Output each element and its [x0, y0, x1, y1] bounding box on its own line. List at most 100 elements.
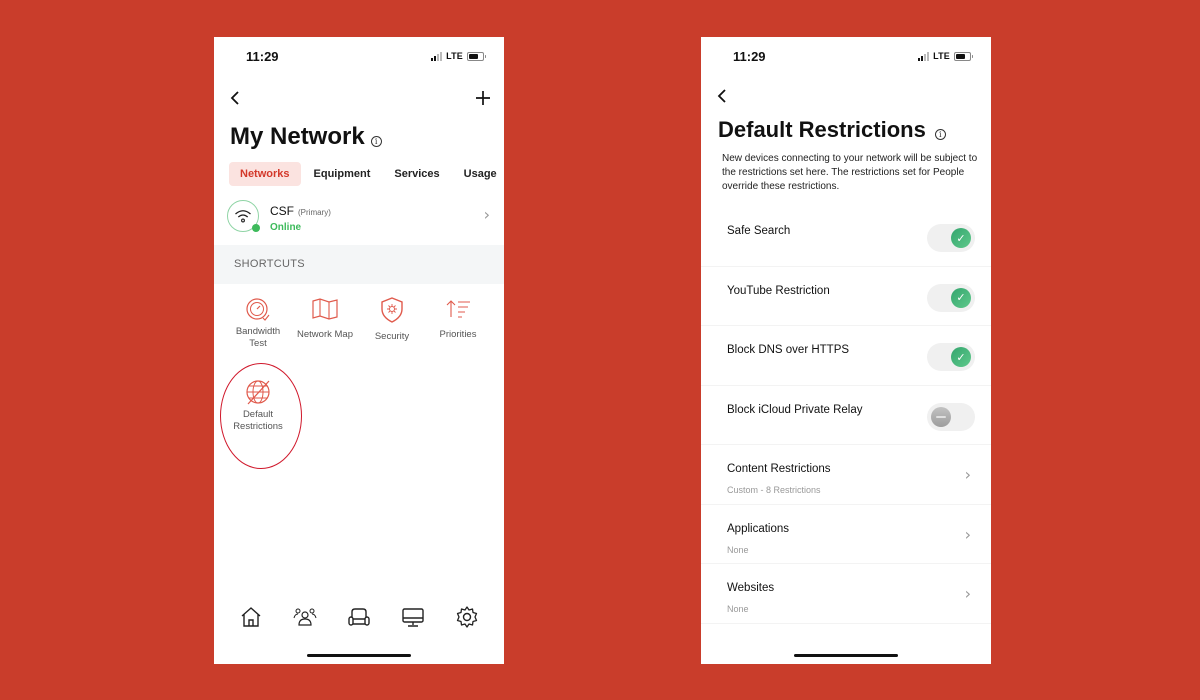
chevron-left-icon: [717, 89, 726, 103]
page-title-text: My Network: [230, 123, 365, 150]
shield-icon: [381, 297, 403, 323]
home-indicator[interactable]: [307, 654, 411, 657]
page-title-text: Default Restrictions: [718, 117, 926, 142]
link-label: Websites: [727, 582, 775, 594]
chevron-right-icon: ›: [964, 524, 971, 544]
toggle-label: YouTube Restriction: [727, 284, 830, 297]
network-name-text: CSF: [270, 204, 294, 218]
toggle-row-block-dns-over-https: Block DNS over HTTPS ✓: [701, 326, 991, 386]
check-icon: ✓: [951, 228, 971, 248]
status-indicators: LTE: [918, 51, 973, 61]
block-icloud-private-relay-toggle[interactable]: [927, 402, 975, 431]
tab-usage[interactable]: Usage: [453, 162, 504, 186]
bottom-nav: [214, 602, 504, 632]
check-icon: ✓: [951, 347, 971, 367]
shortcut-label: Default: [242, 409, 274, 420]
safe-search-toggle[interactable]: ✓: [927, 224, 975, 252]
link-value: Custom - 8 Restrictions: [727, 485, 821, 495]
globe-restricted-icon: [246, 380, 270, 405]
description: New devices connecting to your network w…: [722, 153, 978, 192]
status-bar: 11:29 LTE: [214, 37, 504, 77]
info-icon[interactable]: i: [370, 136, 382, 147]
tab-bar: Networks Equipment Services Usage: [229, 162, 497, 186]
restrictions-list: Safe Search ✓ YouTube Restriction ✓ Bloc…: [701, 207, 991, 624]
my-network-screen: 11:29 LTE My Network i Networks Equipmen…: [214, 37, 504, 664]
shortcut-label: Priorities: [439, 329, 477, 340]
map-icon: [312, 298, 338, 320]
plus-icon: [476, 91, 490, 105]
battery-icon: [467, 51, 486, 61]
toggle-row-youtube-restriction: YouTube Restriction ✓: [701, 267, 991, 326]
status-time: 11:29: [246, 49, 279, 64]
network-item[interactable]: CSF (Primary) Online ›: [214, 195, 504, 245]
network-type: LTE: [933, 51, 950, 61]
back-button[interactable]: [717, 87, 727, 110]
tab-equipment[interactable]: Equipment: [303, 162, 382, 186]
network-name: CSF (Primary): [270, 204, 331, 218]
signal-icon: [918, 51, 930, 61]
chevron-left-icon: [230, 91, 239, 105]
shortcut-label: Security: [374, 331, 410, 342]
network-type: LTE: [446, 51, 463, 61]
status-time: 11:29: [733, 49, 766, 64]
shortcut-label: Bandwidth: [235, 326, 281, 337]
home-indicator[interactable]: [794, 654, 898, 657]
toggle-label: Block DNS over HTTPS: [727, 344, 850, 356]
shortcuts-header: SHORTCUTS: [214, 245, 504, 284]
link-row-applications[interactable]: Applications None ›: [701, 505, 991, 564]
shortcut-label: Network Map: [297, 329, 353, 340]
battery-icon: [954, 51, 973, 61]
shortcuts-title: SHORTCUTS: [234, 258, 305, 270]
network-tag: (Primary): [298, 208, 331, 217]
nav-home[interactable]: [236, 604, 266, 630]
nav-devices[interactable]: [398, 604, 428, 630]
nav-places[interactable]: [344, 604, 374, 630]
shortcut-network-map[interactable]: Network Map: [292, 297, 358, 341]
nav-settings[interactable]: [452, 604, 482, 630]
wifi-icon: [235, 210, 251, 223]
status-bar: 11:29 LTE: [701, 37, 991, 77]
shortcut-bandwidth-test[interactable]: Bandwidth Test: [225, 297, 291, 350]
shortcut-default-restrictions[interactable]: Default Restrictions: [225, 378, 291, 433]
minus-icon: [931, 406, 951, 427]
status-indicators: LTE: [431, 51, 486, 61]
back-button[interactable]: [230, 89, 240, 112]
online-dot: [252, 224, 260, 232]
chevron-right-icon: ›: [964, 584, 971, 603]
link-row-content-restrictions[interactable]: Content Restrictions Custom - 8 Restrict…: [701, 445, 991, 505]
default-restrictions-screen: 11:29 LTE Default Restrictions i New dev…: [701, 37, 991, 664]
shortcut-label-2: Restrictions: [233, 421, 283, 432]
link-value: None: [727, 544, 749, 555]
link-label: Applications: [727, 522, 790, 535]
toggle-label: Safe Search: [727, 225, 791, 237]
link-value: None: [727, 604, 749, 614]
people-icon: [293, 608, 317, 626]
chevron-right-icon: ›: [483, 205, 490, 224]
nav-people[interactable]: [290, 604, 320, 630]
add-button[interactable]: [475, 87, 491, 111]
tab-networks[interactable]: Networks: [229, 162, 301, 186]
info-icon[interactable]: i: [934, 129, 946, 140]
sofa-icon: [348, 608, 370, 626]
shortcut-label-2: Test: [249, 338, 267, 349]
priorities-icon: [446, 300, 470, 318]
signal-icon: [431, 51, 443, 61]
link-label: Content Restrictions: [727, 463, 831, 475]
page-title: Default Restrictions i: [718, 117, 946, 143]
home-icon: [241, 607, 261, 627]
gear-icon: [456, 606, 478, 628]
check-icon: ✓: [951, 287, 971, 308]
shortcut-security[interactable]: Security: [359, 297, 425, 343]
block-dns-over-https-toggle[interactable]: ✓: [927, 343, 975, 371]
speedometer-icon: [246, 298, 270, 321]
page-title: My Network i: [230, 123, 382, 151]
toggle-row-safe-search: Safe Search ✓: [701, 207, 991, 267]
wifi-badge: [227, 200, 260, 232]
shortcut-priorities[interactable]: Priorities: [425, 297, 491, 341]
youtube-restriction-toggle[interactable]: ✓: [927, 283, 975, 312]
link-row-websites[interactable]: Websites None ›: [701, 564, 991, 624]
network-status: Online: [270, 222, 302, 233]
toggle-row-block-icloud-private-relay: Block iCloud Private Relay: [701, 386, 991, 445]
chevron-right-icon: ›: [964, 465, 971, 484]
tab-services[interactable]: Services: [383, 162, 450, 186]
